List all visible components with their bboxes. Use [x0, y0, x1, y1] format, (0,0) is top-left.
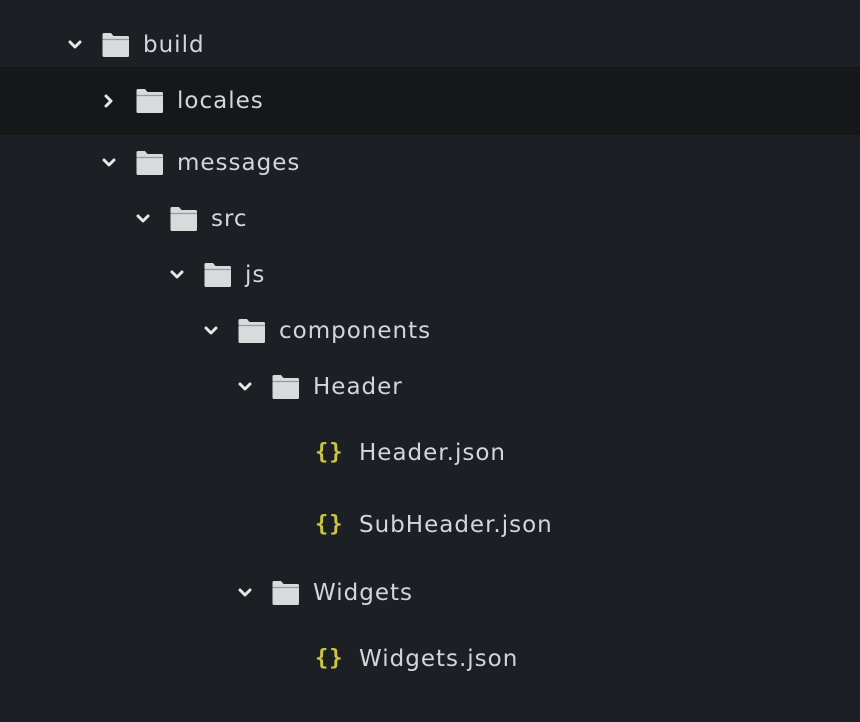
tree-item-label: js — [245, 262, 266, 288]
file-tree: build locales messages src js components Heade… — [0, 0, 860, 722]
tree-file-row[interactable]: {} Header.json — [0, 422, 860, 494]
tree-file-row[interactable]: {} Widgets.json — [0, 629, 860, 691]
chevron-down-icon[interactable] — [135, 211, 151, 227]
json-braces-icon: {} — [315, 512, 344, 537]
tree-folder-row[interactable]: components — [0, 303, 860, 359]
folder-icon — [101, 33, 130, 57]
folder-icon — [237, 319, 266, 343]
tree-item-label: src — [211, 206, 248, 232]
tree-item-label: build — [143, 32, 205, 58]
folder-icon — [135, 89, 164, 113]
tree-item-label: components — [279, 318, 432, 344]
json-braces-icon: {} — [315, 646, 344, 671]
chevron-right-icon[interactable] — [101, 93, 117, 109]
tree-item-label: locales — [177, 88, 264, 114]
tree-folder-row[interactable]: js — [0, 247, 860, 303]
chevron-down-icon[interactable] — [101, 155, 117, 171]
chevron-down-icon[interactable] — [67, 37, 83, 53]
chevron-down-icon[interactable] — [169, 267, 185, 283]
tree-item-label: SubHeader.json — [359, 512, 553, 538]
chevron-down-icon[interactable] — [237, 585, 253, 601]
folder-icon — [135, 151, 164, 175]
tree-item-label: Widgets — [313, 580, 413, 606]
tree-folder-row[interactable]: Widgets — [0, 563, 860, 629]
tree-item-label: Header — [313, 374, 403, 400]
chevron-down-icon[interactable] — [237, 379, 253, 395]
tree-folder-row[interactable]: locales — [0, 67, 860, 135]
tree-item-label: Widgets.json — [359, 646, 519, 672]
tree-item-label: Header.json — [359, 440, 506, 466]
tree-folder-row[interactable]: build — [0, 14, 860, 67]
json-braces-icon: {} — [315, 440, 344, 465]
folder-icon — [271, 581, 300, 605]
tree-item-label: messages — [177, 150, 301, 176]
folder-icon — [271, 375, 300, 399]
tree-folder-row[interactable]: Header — [0, 359, 860, 422]
tree-folder-row[interactable]: src — [0, 191, 860, 247]
tree-file-row[interactable]: {} SubHeader.json — [0, 494, 860, 563]
folder-icon — [169, 207, 198, 231]
chevron-down-icon[interactable] — [203, 323, 219, 339]
folder-icon — [203, 263, 232, 287]
tree-folder-row[interactable]: messages — [0, 135, 860, 191]
